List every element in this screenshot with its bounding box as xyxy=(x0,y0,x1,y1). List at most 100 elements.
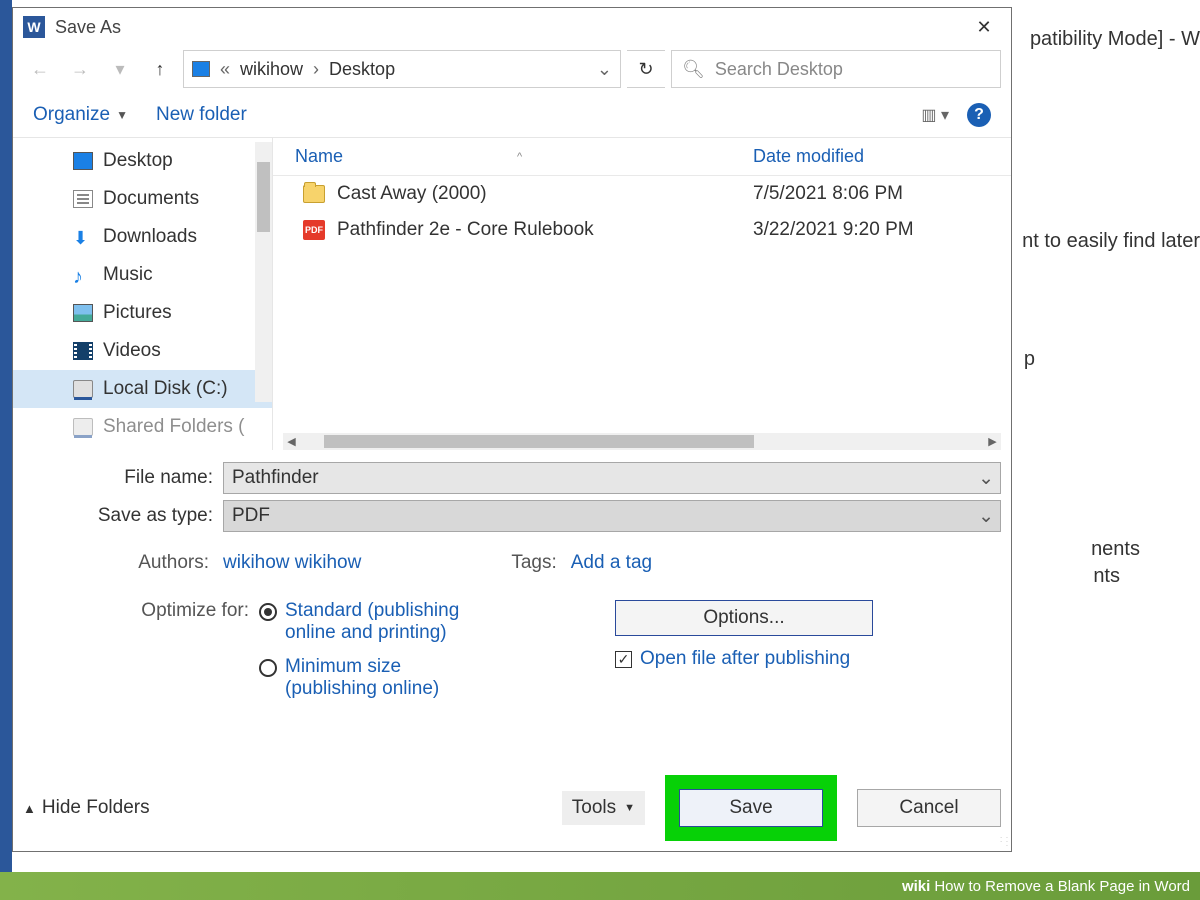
desktop-icon xyxy=(73,152,93,170)
word-nav-sidebar xyxy=(0,0,12,900)
downloads-icon: ⬇ xyxy=(73,228,93,246)
authors-value[interactable]: wikihow wikihow xyxy=(223,552,361,574)
radio-on-icon xyxy=(259,603,277,621)
view-options-icon[interactable]: ▥ ▾ xyxy=(921,105,949,125)
file-date: 7/5/2021 8:06 PM xyxy=(753,183,1011,205)
tags-value[interactable]: Add a tag xyxy=(571,552,652,574)
col-modified[interactable]: Date modified xyxy=(753,146,1011,167)
wikihow-banner: wiki How to Remove a Blank Page in Word xyxy=(0,872,1200,900)
scroll-left-icon[interactable]: ◀ xyxy=(283,435,300,448)
dropdown-icon: ▼ xyxy=(624,802,635,814)
search-placeholder: Search Desktop xyxy=(715,59,843,80)
chevron-up-icon: ▲ xyxy=(23,801,36,816)
sort-asc-icon: ^ xyxy=(517,151,522,163)
filename-input[interactable]: Pathfinder⌄ xyxy=(223,462,1001,494)
sidebar-item-downloads[interactable]: ⬇Downloads xyxy=(13,218,272,256)
nav-forward-icon[interactable]: → xyxy=(63,52,97,86)
pdf-icon: PDF xyxy=(303,220,325,240)
documents-icon xyxy=(73,190,93,208)
cancel-button[interactable]: Cancel xyxy=(857,789,1001,827)
options-button[interactable]: Options... xyxy=(615,600,873,636)
savetype-select[interactable]: PDF⌄ xyxy=(223,500,1001,532)
sidebar-item-shared[interactable]: Shared Folders ( xyxy=(13,408,272,446)
resize-grip-icon[interactable]: . .. . . xyxy=(995,835,1009,849)
videos-icon xyxy=(73,342,93,360)
address-bar[interactable]: « wikihow › Desktop ⌄ xyxy=(183,50,621,88)
sidebar-item-pictures[interactable]: Pictures xyxy=(13,294,272,332)
word-side-sub: nts xyxy=(1093,565,1120,588)
sidebar-item-videos[interactable]: Videos xyxy=(13,332,272,370)
disk-icon xyxy=(73,380,93,398)
computer-icon xyxy=(192,61,210,77)
column-headers: Name ^ Date modified xyxy=(273,138,1011,176)
file-name: Pathfinder 2e - Core Rulebook xyxy=(337,219,594,241)
save-as-dialog: Save As ✕ ← → ▾ ↑ « wikihow › Desktop ⌄ … xyxy=(12,7,1012,852)
save-button[interactable]: Save xyxy=(679,789,823,827)
help-icon[interactable]: ? xyxy=(967,103,991,127)
search-input[interactable]: 🔍︎ Search Desktop xyxy=(671,50,1001,88)
file-name: Cast Away (2000) xyxy=(337,183,487,205)
toolbar: Organize▼ New folder ▥ ▾ ? xyxy=(13,92,1011,138)
save-fields: File name: Pathfinder⌄ Save as type: PDF… xyxy=(13,450,1011,712)
dropdown-icon[interactable]: ⌄ xyxy=(978,505,994,528)
word-mid-text: p xyxy=(1024,348,1035,371)
horizontal-scrollbar[interactable]: ◀ ▶ xyxy=(283,433,1001,450)
pictures-icon xyxy=(73,304,93,322)
savetype-label: Save as type: xyxy=(23,505,223,527)
word-title-fragment: patibility Mode] - W xyxy=(1030,28,1200,51)
authors-label: Authors: xyxy=(23,552,223,574)
wikihow-brand: wiki xyxy=(902,878,930,895)
radio-off-icon xyxy=(259,659,277,677)
scroll-right-icon[interactable]: ▶ xyxy=(984,435,1001,448)
folder-icon xyxy=(303,185,325,203)
file-date: 3/22/2021 9:20 PM xyxy=(753,219,1011,241)
scrollbar-thumb[interactable] xyxy=(257,162,270,232)
chevron-right-icon: › xyxy=(313,59,319,80)
nav-recent-icon[interactable]: ▾ xyxy=(103,52,137,86)
word-app-icon xyxy=(23,16,45,38)
word-hint-text: nt to easily find later xyxy=(1022,230,1200,253)
nav-back-icon[interactable]: ← xyxy=(23,52,57,86)
file-row[interactable]: PDF Pathfinder 2e - Core Rulebook 3/22/20… xyxy=(273,212,1011,248)
file-list: Name ^ Date modified Cast Away (2000) 7/… xyxy=(273,138,1011,450)
breadcrumb-p2[interactable]: Desktop xyxy=(329,59,395,80)
checkbox-checked-icon: ✓ xyxy=(615,651,632,668)
breadcrumb-p1[interactable]: wikihow xyxy=(240,59,303,80)
tags-label: Tags: xyxy=(511,552,570,574)
sidebar-item-local-disk[interactable]: Local Disk (C:) xyxy=(13,370,272,408)
shared-icon xyxy=(73,418,93,436)
nav-up-icon[interactable]: ↑ xyxy=(143,52,177,86)
radio-standard[interactable]: Standard (publishing online and printing… xyxy=(259,600,495,644)
address-dropdown-icon[interactable]: ⌄ xyxy=(597,59,612,80)
filename-label: File name: xyxy=(23,467,223,489)
sidebar-item-desktop[interactable]: Desktop xyxy=(13,142,272,180)
open-after-checkbox[interactable]: ✓ Open file after publishing xyxy=(615,648,873,670)
organize-button[interactable]: Organize▼ xyxy=(33,104,128,126)
folder-tree: Desktop Documents ⬇Downloads ♪Music Pict… xyxy=(13,138,273,450)
breadcrumb-sep-icon: « xyxy=(220,59,230,80)
dropdown-icon: ▼ xyxy=(116,108,128,122)
dialog-title: Save As xyxy=(55,17,121,38)
col-name[interactable]: Name ^ xyxy=(273,146,753,167)
music-icon: ♪ xyxy=(73,266,93,284)
hide-folders-button[interactable]: ▲Hide Folders xyxy=(23,797,150,819)
article-title: How to Remove a Blank Page in Word xyxy=(934,878,1190,895)
file-row[interactable]: Cast Away (2000) 7/5/2021 8:06 PM xyxy=(273,176,1011,212)
tools-button[interactable]: Tools▼ xyxy=(562,791,645,825)
dropdown-icon[interactable]: ⌄ xyxy=(978,467,994,490)
refresh-icon[interactable]: ↻ xyxy=(627,50,665,88)
sidebar-scrollbar[interactable] xyxy=(255,142,272,402)
word-side-heading: nents xyxy=(1091,538,1140,561)
nav-row: ← → ▾ ↑ « wikihow › Desktop ⌄ ↻ 🔍︎ Searc… xyxy=(13,46,1011,92)
sidebar-item-documents[interactable]: Documents xyxy=(13,180,272,218)
dialog-footer: ▲Hide Folders Tools▼ Save Cancel xyxy=(23,775,1001,841)
scrollbar-thumb[interactable] xyxy=(324,435,754,448)
new-folder-button[interactable]: New folder xyxy=(156,104,247,126)
search-icon: 🔍︎ xyxy=(682,59,705,80)
dialog-titlebar: Save As ✕ xyxy=(13,8,1011,46)
sidebar-item-music[interactable]: ♪Music xyxy=(13,256,272,294)
save-highlight: Save xyxy=(665,775,837,841)
optimize-label: Optimize for: xyxy=(23,600,259,712)
close-icon[interactable]: ✕ xyxy=(967,12,1001,42)
radio-minimum[interactable]: Minimum size (publishing online) xyxy=(259,656,495,700)
